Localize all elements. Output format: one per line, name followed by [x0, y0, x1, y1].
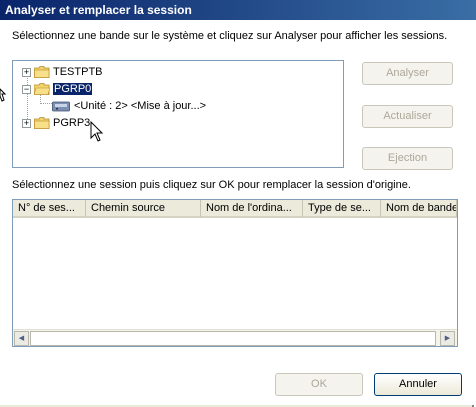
bands-instruction: Sélectionnez une bande sur le système et… [12, 30, 448, 42]
scrollbar-thumb[interactable] [30, 331, 436, 346]
analyze-button[interactable]: Analyser [362, 62, 453, 85]
cancel-button[interactable]: Annuler [374, 373, 462, 396]
scroll-right-icon[interactable]: ▶ [440, 331, 455, 346]
tree-node-pgrp0[interactable]: − PGRP0 [22, 81, 93, 97]
title-bar[interactable]: Analyser et remplacer la session [0, 0, 476, 20]
horizontal-scrollbar[interactable]: ◀ ▶ [13, 329, 457, 346]
expand-icon[interactable]: + [22, 118, 31, 128]
dialog-body: Sélectionnez une bande sur le système et… [0, 20, 474, 405]
folder-icon [34, 117, 50, 129]
ok-button[interactable]: OK [275, 373, 363, 396]
expand-icon[interactable]: + [22, 67, 31, 77]
scroll-left-icon[interactable]: ◀ [14, 331, 29, 346]
tree-node-pgrp3[interactable]: + PGRP3 [22, 115, 90, 131]
dialog-window: Sélectionnez une bande sur le système et… [0, 20, 474, 407]
column-header-tape-name[interactable]: Nom de bande [381, 200, 457, 218]
folder-open-icon [34, 83, 50, 95]
refresh-button[interactable]: Actualiser [362, 105, 453, 128]
mouse-cursor-icon [0, 88, 6, 102]
tree-node-label: TESTPTB [53, 66, 103, 78]
column-header-computer-name[interactable]: Nom de l'ordina... [201, 200, 303, 218]
sessions-instruction: Sélectionnez une session puis cliquez su… [12, 179, 411, 191]
tree-node-testptb[interactable]: + TESTPTB [22, 64, 103, 80]
column-header-session-number[interactable]: N° de ses... [13, 200, 86, 218]
table-header: N° de ses... Chemin source Nom de l'ordi… [13, 200, 457, 218]
mouse-cursor-icon [90, 121, 104, 142]
column-header-session-type[interactable]: Type de se... [303, 200, 381, 218]
tape-tree[interactable]: + TESTPTB − PGRP0 <Unité: 2> <Mise à jo… [12, 60, 344, 168]
collapse-icon[interactable]: − [22, 84, 31, 94]
window-title: Analyser et remplacer la session [5, 3, 192, 17]
tape-drive-icon [52, 101, 70, 112]
tree-node-label: PGRP3 [53, 117, 91, 129]
sessions-table[interactable]: N° de ses... Chemin source Nom de l'ordi… [12, 199, 458, 347]
tree-node-label: <Unité : 2> <Mise à jour...> [74, 100, 207, 112]
eject-button[interactable]: Ejection [362, 147, 453, 170]
folder-icon [34, 66, 50, 78]
tree-node-drive[interactable]: <Unité : 2> <Mise à jour...> [52, 98, 206, 114]
tree-node-label: PGRP0 [53, 83, 93, 95]
column-header-source-path[interactable]: Chemin source [86, 200, 201, 218]
